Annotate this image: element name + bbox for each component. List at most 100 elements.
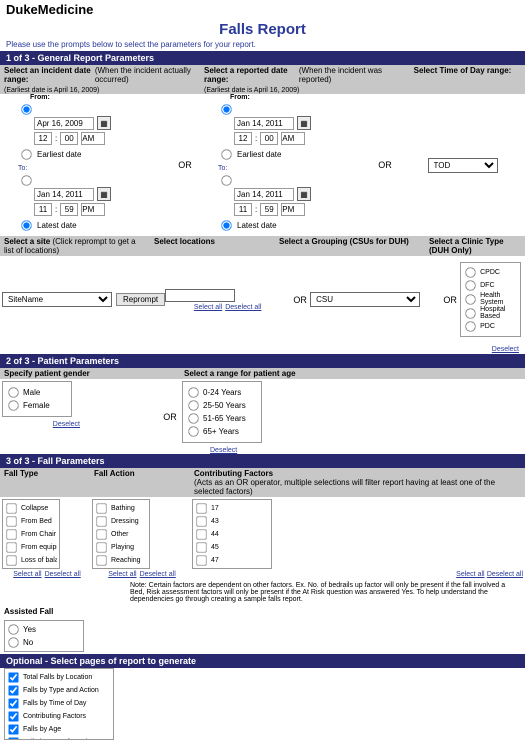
reported-from-hour[interactable] bbox=[234, 132, 252, 145]
reported-from-specific-radio[interactable] bbox=[221, 104, 231, 114]
assisted-fall-label: Assisted Fall bbox=[0, 605, 525, 618]
deselect-all-link[interactable]: Deselect all bbox=[487, 571, 523, 578]
fall-type-listbox[interactable]: CollapseFrom BedFrom ChairFrom equipment… bbox=[2, 499, 60, 569]
list-item[interactable]: Loss of balance bbox=[5, 554, 57, 567]
list-item[interactable]: Other bbox=[5, 567, 57, 569]
list-item[interactable]: Reaching bbox=[95, 554, 147, 567]
incident-from-hour[interactable] bbox=[34, 132, 52, 145]
reported-from-date[interactable] bbox=[234, 117, 294, 130]
site-select[interactable]: SiteName bbox=[2, 292, 112, 307]
gender-label: Specify patient gender bbox=[0, 368, 180, 379]
incident-to-latest-radio[interactable] bbox=[21, 220, 31, 230]
incident-from-earliest-radio[interactable] bbox=[21, 149, 31, 159]
reported-to-latest-radio[interactable] bbox=[221, 220, 231, 230]
fall-action-label: Fall Action bbox=[90, 468, 190, 497]
reported-from-min[interactable] bbox=[260, 132, 278, 145]
reported-to-date[interactable] bbox=[234, 188, 294, 201]
deselect-all-link[interactable]: Deselect all bbox=[45, 571, 81, 578]
list-item[interactable]: CPDC bbox=[464, 266, 514, 279]
tod-range-label: Select Time of Day range: bbox=[414, 66, 512, 75]
list-item[interactable]: 47 bbox=[195, 554, 269, 567]
reported-to-ampm[interactable] bbox=[281, 203, 305, 216]
calendar-icon[interactable]: ▦ bbox=[297, 187, 311, 201]
reprompt-button[interactable]: Reprompt bbox=[116, 293, 165, 306]
list-item[interactable]: 17 bbox=[195, 502, 269, 515]
assisted-no-radio[interactable] bbox=[8, 637, 18, 647]
list-item[interactable]: Other bbox=[95, 528, 147, 541]
deselect-all-link[interactable]: Deselect all bbox=[225, 304, 261, 311]
list-item[interactable]: 44 bbox=[195, 528, 269, 541]
deselect-link[interactable]: Deselect bbox=[210, 447, 237, 454]
assisted-yes-radio[interactable] bbox=[8, 624, 18, 634]
select-all-link[interactable]: Select all bbox=[108, 571, 136, 578]
incident-to-min[interactable] bbox=[60, 203, 78, 216]
or-label: OR bbox=[370, 94, 400, 236]
incident-from-ampm[interactable] bbox=[81, 132, 105, 145]
contrib-factors-listbox[interactable]: 1743444547484950 bbox=[192, 499, 272, 569]
select-site-label: Select a site bbox=[4, 237, 50, 246]
incident-to-specific-radio[interactable] bbox=[21, 175, 31, 185]
reported-to-min[interactable] bbox=[260, 203, 278, 216]
list-item[interactable]: PDC bbox=[464, 320, 514, 333]
grouping-select[interactable]: CSU bbox=[310, 292, 420, 307]
incident-to-hour[interactable] bbox=[34, 203, 52, 216]
section-1-header: 1 of 3 - General Report Parameters bbox=[0, 51, 525, 65]
select-all-link[interactable]: Select all bbox=[13, 571, 41, 578]
assisted-fall-fieldset: Yes No bbox=[4, 620, 84, 652]
fall-type-label: Fall Type bbox=[0, 468, 90, 497]
gender-male-radio[interactable] bbox=[8, 387, 18, 397]
list-item[interactable]: Falls by Type and Action bbox=[7, 684, 111, 697]
list-item[interactable]: From Chair bbox=[5, 528, 57, 541]
report-pages-listbox[interactable]: Total Falls by LocationFalls by Type and… bbox=[4, 668, 114, 740]
clinic-type-list: CPDCDFCHealth SystemHospital BasedPDC bbox=[460, 262, 521, 337]
brand-logo: DukeMedicine bbox=[0, 0, 525, 19]
list-item[interactable]: Collapse bbox=[5, 502, 57, 515]
list-item[interactable]: 45 bbox=[195, 541, 269, 554]
list-item[interactable]: Sitting bbox=[95, 567, 147, 569]
deselect-all-link[interactable]: Deselect all bbox=[140, 571, 176, 578]
list-item[interactable]: Health System bbox=[464, 292, 514, 306]
list-item[interactable]: From equipment bbox=[5, 541, 57, 554]
incident-to-date[interactable] bbox=[34, 188, 94, 201]
list-item[interactable]: 65+ Years bbox=[187, 425, 257, 438]
optional-section-header: Optional - Select pages of report to gen… bbox=[0, 654, 525, 668]
age-range-label: Select a range for patient age bbox=[180, 368, 525, 379]
list-item[interactable]: 51-65 Years bbox=[187, 412, 257, 425]
select-all-link[interactable]: Select all bbox=[456, 571, 484, 578]
reported-from-earliest-radio[interactable] bbox=[221, 149, 231, 159]
list-item[interactable]: Playing bbox=[95, 541, 147, 554]
list-item[interactable]: 0-24 Years bbox=[187, 386, 257, 399]
list-item[interactable]: Falls by Day of Week bbox=[7, 736, 111, 740]
calendar-icon[interactable]: ▦ bbox=[297, 116, 311, 130]
incident-from-date[interactable] bbox=[34, 117, 94, 130]
list-item[interactable]: Contributing Factors bbox=[7, 710, 111, 723]
list-item[interactable]: Bathing bbox=[95, 502, 147, 515]
deselect-link[interactable]: Deselect bbox=[492, 346, 519, 353]
list-item[interactable]: Hospital Based bbox=[464, 306, 514, 320]
list-item[interactable]: Falls by Time of Day bbox=[7, 697, 111, 710]
list-item[interactable]: Total Falls by Location bbox=[7, 671, 111, 684]
reported-from-ampm[interactable] bbox=[281, 132, 305, 145]
calendar-icon[interactable]: ▦ bbox=[97, 116, 111, 130]
reported-range-label: Select a reported date range: bbox=[204, 66, 295, 84]
gender-female-radio[interactable] bbox=[8, 400, 18, 410]
select-clinic-type-label: Select a Clinic Type (DUH Only) bbox=[425, 236, 525, 256]
gender-fieldset: Male Female bbox=[2, 381, 72, 417]
select-all-link[interactable]: Select all bbox=[194, 304, 222, 311]
reported-to-hour[interactable] bbox=[234, 203, 252, 216]
incident-from-specific-radio[interactable] bbox=[21, 104, 31, 114]
list-item[interactable]: DFC bbox=[464, 279, 514, 292]
incident-to-ampm[interactable] bbox=[81, 203, 105, 216]
list-item[interactable]: 25-50 Years bbox=[187, 399, 257, 412]
tod-select[interactable]: TOD bbox=[428, 158, 498, 173]
contrib-factors-label: Contributing Factors bbox=[194, 469, 273, 478]
list-item[interactable]: Falls by Age bbox=[7, 723, 111, 736]
reported-to-specific-radio[interactable] bbox=[221, 175, 231, 185]
page-title: Falls Report bbox=[0, 19, 525, 40]
locations-input[interactable] bbox=[165, 289, 235, 302]
section-2-header: 2 of 3 - Patient Parameters bbox=[0, 354, 525, 368]
fall-action-listbox[interactable]: BathingDressingOtherPlayingReachingSitti… bbox=[92, 499, 150, 569]
deselect-link[interactable]: Deselect bbox=[53, 421, 80, 428]
calendar-icon[interactable]: ▦ bbox=[97, 187, 111, 201]
incident-from-min[interactable] bbox=[60, 132, 78, 145]
